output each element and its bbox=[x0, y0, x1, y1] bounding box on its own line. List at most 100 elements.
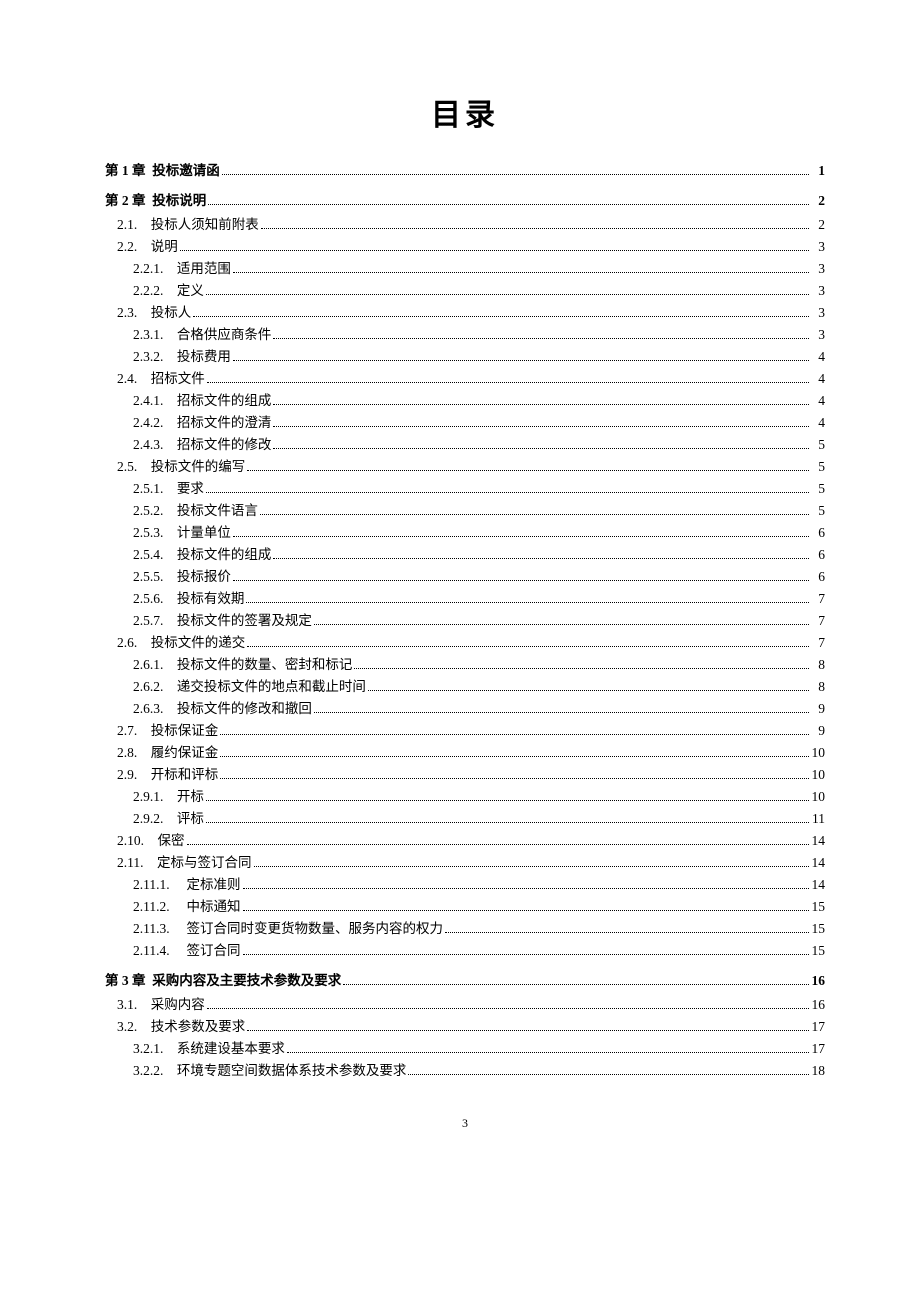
toc-entry[interactable]: 第 2 章 投标说明2 bbox=[105, 194, 825, 208]
toc-leader-dots bbox=[222, 174, 809, 175]
toc-entry-label: 2.4. 招标文件 bbox=[117, 372, 205, 386]
toc-entry-text: 中标通知 bbox=[187, 900, 241, 914]
toc-entry[interactable]: 2.10. 保密14 bbox=[105, 834, 825, 848]
toc-entry-number: 2.5.3. bbox=[133, 526, 163, 540]
toc-entry-page: 10 bbox=[811, 790, 825, 804]
toc-entry-page: 4 bbox=[811, 416, 825, 430]
toc-entry[interactable]: 3.2. 技术参数及要求17 bbox=[105, 1020, 825, 1034]
toc-entry-number: 2.9. bbox=[117, 768, 137, 782]
toc-entry-label: 2.6.2. 递交投标文件的地点和截止时间 bbox=[133, 680, 366, 694]
toc-entry[interactable]: 第 1 章 投标邀请函 1 bbox=[105, 164, 825, 178]
toc-entry[interactable]: 2.5.6. 投标有效期7 bbox=[105, 592, 825, 606]
toc-entry-text: 开标 bbox=[177, 790, 204, 804]
toc-entry-number: 2.5.7. bbox=[133, 614, 163, 628]
toc-entry[interactable]: 2.3.1. 合格供应商条件3 bbox=[105, 328, 825, 342]
toc-entry[interactable]: 2.4.3. 招标文件的修改5 bbox=[105, 438, 825, 452]
toc-entry[interactable]: 2.6.3. 投标文件的修改和撤回9 bbox=[105, 702, 825, 716]
toc-entry[interactable]: 2.2.1. 适用范围3 bbox=[105, 262, 825, 276]
toc-entry[interactable]: 3.2.2. 环境专题空间数据体系技术参数及要求18 bbox=[105, 1064, 825, 1078]
toc-entry[interactable]: 2.5.1. 要求5 bbox=[105, 482, 825, 496]
toc-entry-label: 3.2.2. 环境专题空间数据体系技术参数及要求 bbox=[133, 1064, 406, 1078]
toc-entry-label: 第 1 章 投标邀请函 bbox=[105, 164, 220, 178]
toc-entry-label: 2.5.3. 计量单位 bbox=[133, 526, 231, 540]
toc-entry[interactable]: 2.9. 开标和评标10 bbox=[105, 768, 825, 782]
toc-entry-number: 3.2.2. bbox=[133, 1064, 163, 1078]
toc-entry-number: 2.6.1. bbox=[133, 658, 163, 672]
toc-leader-dots bbox=[247, 646, 809, 647]
toc-entry[interactable]: 3.2.1. 系统建设基本要求17 bbox=[105, 1042, 825, 1056]
toc-entry-number: 2.3.2. bbox=[133, 350, 163, 364]
toc-entry[interactable]: 2.9.1. 开标 10 bbox=[105, 790, 825, 804]
toc-entry[interactable]: 2.5.7. 投标文件的签署及规定7 bbox=[105, 614, 825, 628]
toc-leader-dots bbox=[233, 360, 809, 361]
toc-leader-dots bbox=[273, 558, 809, 559]
toc-entry[interactable]: 2.8. 履约保证金10 bbox=[105, 746, 825, 760]
toc-leader-dots bbox=[233, 272, 809, 273]
toc-leader-dots bbox=[246, 602, 809, 603]
toc-leader-dots bbox=[220, 756, 809, 757]
toc-entry-label: 2.9.1. 开标 bbox=[133, 790, 204, 804]
toc-entry[interactable]: 2.5.3. 计量单位6 bbox=[105, 526, 825, 540]
toc-entry-label: 2.11. 定标与签订合同 bbox=[117, 856, 252, 870]
toc-entry-page: 8 bbox=[811, 658, 825, 672]
toc-entry[interactable]: 2.2. 说明3 bbox=[105, 240, 825, 254]
toc-leader-dots bbox=[354, 668, 809, 669]
toc-entry-number: 2.11.4. bbox=[133, 944, 170, 958]
table-of-contents: 第 1 章 投标邀请函 1 第 2 章 投标说明2 2.1. 投标人须知前附表2 2.2… bbox=[105, 164, 825, 1078]
toc-entry[interactable]: 2.7. 投标保证金9 bbox=[105, 724, 825, 738]
toc-leader-dots bbox=[260, 514, 809, 515]
toc-entry[interactable]: 2.5.5. 投标报价6 bbox=[105, 570, 825, 584]
toc-entry[interactable]: 2.4.1. 招标文件的组成4 bbox=[105, 394, 825, 408]
toc-leader-dots bbox=[243, 954, 810, 955]
toc-leader-dots bbox=[206, 492, 809, 493]
toc-entry[interactable]: 2.4. 招标文件4 bbox=[105, 372, 825, 386]
toc-entry[interactable]: 2.11.2. 中标通知15 bbox=[105, 900, 825, 914]
toc-entry-page: 8 bbox=[811, 680, 825, 694]
toc-entry-text: 保密 bbox=[158, 834, 185, 848]
toc-entry-label: 2.2.2. 定义 bbox=[133, 284, 204, 298]
toc-entry-page: 15 bbox=[811, 944, 825, 958]
toc-entry[interactable]: 第 3 章 采购内容及主要技术参数及要求16 bbox=[105, 974, 825, 988]
toc-entry-label: 2.11.3. 签订合同时变更货物数量、服务内容的权力 bbox=[133, 922, 443, 936]
toc-entry[interactable]: 2.6. 投标文件的递交7 bbox=[105, 636, 825, 650]
toc-entry-label: 2.5.7. 投标文件的签署及规定 bbox=[133, 614, 312, 628]
toc-entry[interactable]: 2.5.4. 投标文件的组成6 bbox=[105, 548, 825, 562]
toc-leader-dots bbox=[220, 778, 809, 779]
toc-entry[interactable]: 2.5.2. 投标文件语言5 bbox=[105, 504, 825, 518]
toc-entry-label: 2.6.1. 投标文件的数量、密封和标记 bbox=[133, 658, 352, 672]
toc-entry-label: 2.9.2. 评标 bbox=[133, 812, 204, 826]
toc-leader-dots bbox=[243, 910, 810, 911]
toc-entry-page: 1 bbox=[811, 164, 825, 178]
toc-entry-label: 2.7. 投标保证金 bbox=[117, 724, 218, 738]
toc-entry[interactable]: 2.6.1. 投标文件的数量、密封和标记 8 bbox=[105, 658, 825, 672]
toc-entry-number: 2.5.2. bbox=[133, 504, 163, 518]
toc-entry-page: 9 bbox=[811, 702, 825, 716]
toc-entry[interactable]: 2.1. 投标人须知前附表2 bbox=[105, 218, 825, 232]
toc-entry-number: 2.8. bbox=[117, 746, 137, 760]
toc-entry[interactable]: 2.2.2. 定义3 bbox=[105, 284, 825, 298]
toc-leader-dots bbox=[343, 984, 809, 985]
toc-entry[interactable]: 2.3. 投标人3 bbox=[105, 306, 825, 320]
toc-entry[interactable]: 2.5. 投标文件的编写5 bbox=[105, 460, 825, 474]
toc-entry-number: 2.6.2. bbox=[133, 680, 163, 694]
toc-leader-dots bbox=[273, 448, 809, 449]
toc-entry[interactable]: 2.11.4. 签订合同15 bbox=[105, 944, 825, 958]
toc-entry[interactable]: 2.11. 定标与签订合同14 bbox=[105, 856, 825, 870]
toc-leader-dots bbox=[445, 932, 809, 933]
toc-leader-dots bbox=[273, 426, 809, 427]
toc-entry[interactable]: 2.9.2. 评标11 bbox=[105, 812, 825, 826]
toc-entry[interactable]: 2.11.3. 签订合同时变更货物数量、服务内容的权力15 bbox=[105, 922, 825, 936]
toc-entry[interactable]: 2.6.2. 递交投标文件的地点和截止时间 8 bbox=[105, 680, 825, 694]
toc-entry-number: 第 2 章 bbox=[105, 194, 146, 208]
toc-entry-text: 系统建设基本要求 bbox=[177, 1042, 285, 1056]
toc-entry-page: 14 bbox=[811, 834, 825, 848]
toc-title: 目录 bbox=[105, 90, 825, 134]
toc-entry[interactable]: 2.11.1. 定标准则14 bbox=[105, 878, 825, 892]
toc-entry[interactable]: 2.4.2. 招标文件的澄清4 bbox=[105, 416, 825, 430]
toc-entry[interactable]: 2.3.2. 投标费用4 bbox=[105, 350, 825, 364]
toc-entry-text: 投标文件的组成 bbox=[177, 548, 272, 562]
toc-entry-label: 2.5.1. 要求 bbox=[133, 482, 204, 496]
toc-entry[interactable]: 3.1. 采购内容16 bbox=[105, 998, 825, 1012]
toc-entry-label: 2.5.2. 投标文件语言 bbox=[133, 504, 258, 518]
toc-entry-text: 投标人 bbox=[151, 306, 192, 320]
